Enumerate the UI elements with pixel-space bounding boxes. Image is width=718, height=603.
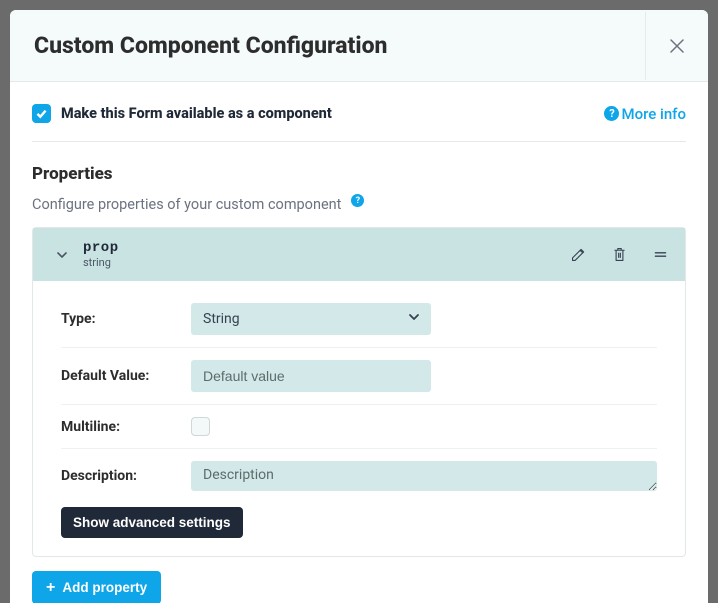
availability-row: Make this Form available as a component …	[32, 96, 686, 142]
property-name: prop	[83, 240, 119, 256]
property-card: prop string Type:	[32, 227, 686, 557]
help-icon[interactable]: ?	[351, 194, 364, 207]
description-input[interactable]	[191, 461, 657, 491]
property-header[interactable]: prop string	[33, 228, 685, 281]
trash-icon	[611, 246, 628, 263]
default-value-input[interactable]	[191, 360, 431, 392]
properties-subtitle: Configure properties of your custom comp…	[32, 196, 686, 213]
chevron-down-icon	[56, 249, 68, 261]
availability-checkbox-wrap: Make this Form available as a component	[32, 104, 332, 123]
properties-subtitle-text: Configure properties of your custom comp…	[32, 196, 341, 213]
type-label: Type:	[61, 311, 191, 327]
property-actions	[570, 246, 669, 263]
drag-handle[interactable]	[652, 246, 669, 263]
type-row: Type: String	[61, 291, 657, 348]
close-button[interactable]	[645, 12, 708, 80]
check-icon	[35, 107, 48, 120]
default-value-label: Default Value:	[61, 368, 191, 384]
add-property-button[interactable]: + Add property	[32, 571, 161, 603]
more-info-link[interactable]: ? More info	[604, 105, 686, 123]
description-row: Description:	[61, 449, 657, 503]
availability-checkbox[interactable]	[32, 104, 51, 123]
default-value-row: Default Value:	[61, 348, 657, 405]
collapse-toggle[interactable]	[49, 249, 75, 261]
edit-button[interactable]	[570, 246, 587, 263]
modal-header: Custom Component Configuration	[10, 10, 708, 82]
properties-title: Properties	[32, 164, 686, 184]
close-icon	[670, 39, 684, 53]
property-type-tag: string	[83, 256, 119, 269]
add-property-label: Add property	[62, 580, 147, 595]
more-info-label: More info	[621, 105, 686, 123]
modal-title: Custom Component Configuration	[10, 10, 412, 81]
property-body: Type: String Default Value: Multiline:	[33, 281, 685, 556]
chevron-down-icon	[407, 310, 421, 328]
type-select[interactable]: String	[191, 303, 431, 335]
multiline-row: Multiline:	[61, 405, 657, 449]
multiline-checkbox[interactable]	[191, 417, 210, 436]
delete-button[interactable]	[611, 246, 628, 263]
type-select-value: String	[203, 311, 240, 327]
availability-label: Make this Form available as a component	[61, 105, 332, 122]
pencil-icon	[570, 246, 587, 263]
description-label: Description:	[61, 468, 191, 484]
help-icon: ?	[604, 106, 619, 121]
multiline-label: Multiline:	[61, 419, 191, 435]
property-name-block: prop string	[83, 240, 119, 269]
modal-body: Make this Form available as a component …	[10, 82, 708, 603]
modal-dialog: Custom Component Configuration Make this…	[10, 10, 708, 603]
drag-icon	[652, 246, 669, 263]
advanced-settings-button[interactable]: Show advanced settings	[61, 507, 243, 538]
